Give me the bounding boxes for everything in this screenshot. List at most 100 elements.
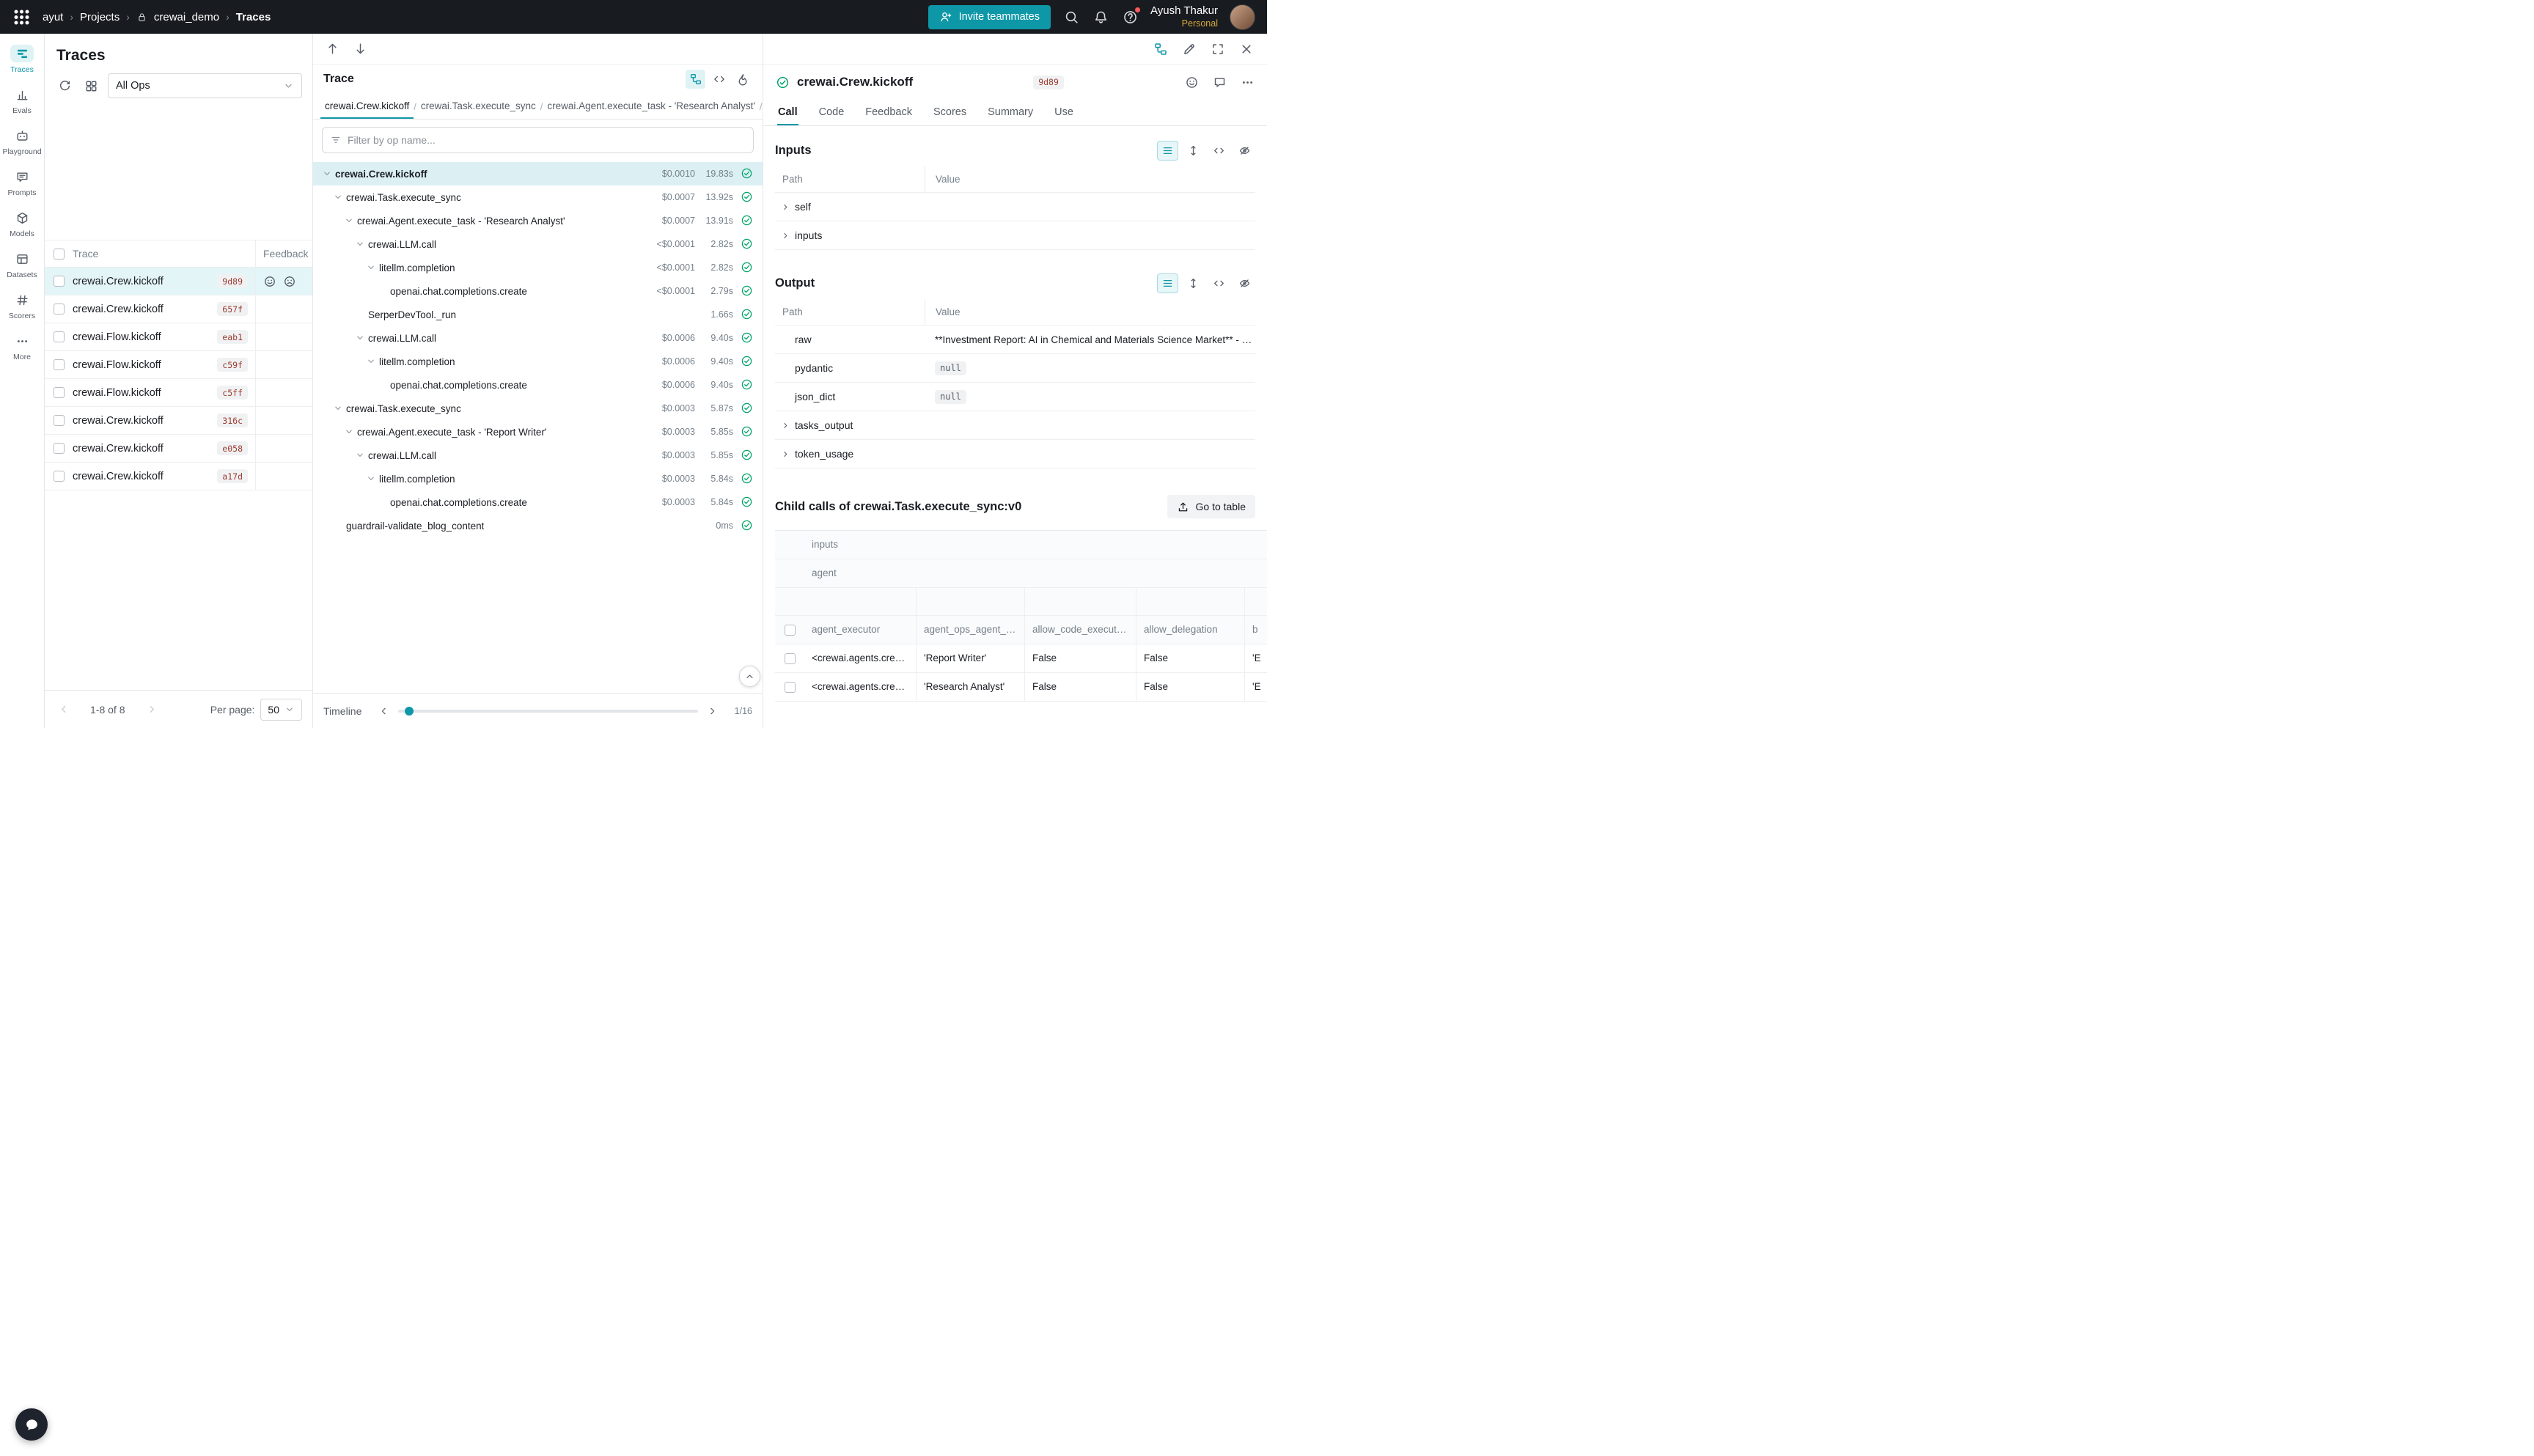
kv-row[interactable]: inputs	[775, 221, 1255, 250]
trace-tree-row[interactable]: litellm.completion $0.0006 9.40s	[313, 350, 763, 373]
code-view-icon[interactable]	[1208, 141, 1230, 161]
hide-values-icon[interactable]	[1234, 141, 1255, 161]
chevron-right-icon[interactable]	[779, 229, 791, 241]
chevron-down-icon[interactable]	[353, 331, 367, 345]
sidebar-item-more[interactable]: More	[1, 327, 43, 367]
chat-support-launcher[interactable]	[15, 1408, 48, 1441]
chevron-down-icon[interactable]	[364, 261, 378, 274]
wandb-logo-icon[interactable]	[0, 0, 43, 34]
column-header-trace[interactable]: Trace	[73, 240, 255, 267]
kv-row[interactable]: pydantic null	[775, 354, 1255, 383]
row-checkbox[interactable]	[785, 682, 796, 693]
trace-path-tab[interactable]: crewai.Agent.execute_task - 'Research An…	[543, 94, 760, 119]
kv-row[interactable]: tasks_output	[775, 411, 1255, 440]
breadcrumb-projects[interactable]: Projects	[80, 11, 120, 23]
trace-tree-row[interactable]: openai.chat.completions.create $0.0006 9…	[313, 373, 763, 397]
ops-filter-select[interactable]: All Ops	[108, 73, 302, 98]
sidebar-item-traces[interactable]: Traces	[1, 40, 43, 80]
trace-op-name[interactable]: crewai.Crew.kickoff	[73, 276, 164, 287]
column-settings-icon[interactable]	[81, 76, 100, 95]
refresh-icon[interactable]	[55, 76, 74, 95]
close-icon[interactable]	[1238, 41, 1255, 57]
trace-tree-row[interactable]: SerperDevTool._run 1.66s	[313, 303, 763, 326]
trace-path-tab[interactable]: crewai.Crew.kickoff	[320, 94, 414, 119]
sidebar-item-prompts[interactable]: Prompts	[1, 163, 43, 203]
chevron-down-icon[interactable]	[375, 284, 389, 298]
trace-tree-row[interactable]: crewai.Agent.execute_task - 'Research An…	[313, 209, 763, 232]
previous-call-arrow-up-icon[interactable]	[324, 41, 340, 57]
scroll-to-top-button[interactable]	[739, 666, 760, 687]
go-to-table-button[interactable]: Go to table	[1167, 495, 1256, 518]
chevron-down-icon[interactable]	[375, 378, 389, 391]
list-view-icon[interactable]	[1157, 141, 1178, 161]
breadcrumb-project[interactable]: crewai_demo	[154, 11, 219, 23]
per-page-select[interactable]: 50	[260, 699, 302, 721]
trace-tree-row[interactable]: crewai.LLM.call $0.0006 9.40s	[313, 326, 763, 350]
chevron-down-icon[interactable]	[331, 402, 345, 415]
trace-tree-row[interactable]: openai.chat.completions.create $0.0003 5…	[313, 490, 763, 514]
chevron-down-icon[interactable]	[331, 519, 345, 532]
add-comment-icon[interactable]	[1212, 75, 1227, 89]
trace-tree-row[interactable]: crewai.Task.execute_sync $0.0007 13.92s	[313, 185, 763, 209]
chevron-down-icon[interactable]	[320, 167, 334, 180]
trace-row[interactable]: crewai.Crew.kickoff 316c	[45, 407, 312, 435]
trace-row[interactable]: crewai.Flow.kickoff c59f	[45, 351, 312, 379]
sidebar-item-scorers[interactable]: Scorers	[1, 286, 43, 326]
add-reaction-icon[interactable]	[1184, 75, 1199, 89]
trace-op-name[interactable]: crewai.Crew.kickoff	[73, 304, 164, 315]
breadcrumb-entity[interactable]: ayut	[43, 11, 63, 23]
prev-page-icon[interactable]	[55, 702, 71, 718]
row-checkbox[interactable]	[54, 304, 65, 315]
op-name-filter[interactable]	[322, 127, 754, 153]
op-filter-input[interactable]	[348, 134, 746, 146]
overflow-menu-icon[interactable]	[1240, 75, 1255, 89]
trace-op-name[interactable]: crewai.Flow.kickoff	[73, 359, 161, 371]
trace-tree-row[interactable]: crewai.Task.execute_sync $0.0003 5.87s	[313, 397, 763, 420]
select-all-checkbox[interactable]	[54, 249, 65, 260]
trace-id-chip[interactable]: c5ff	[217, 386, 248, 400]
tab-call[interactable]: Call	[777, 100, 798, 125]
trace-row[interactable]: crewai.Crew.kickoff a17d	[45, 463, 312, 490]
chevron-down-icon[interactable]	[353, 308, 367, 321]
tab-summary[interactable]: Summary	[987, 100, 1034, 125]
chevron-right-icon[interactable]	[779, 419, 791, 431]
chevron-down-icon[interactable]	[342, 425, 356, 438]
trace-tree-row[interactable]: openai.chat.completions.create <$0.0001 …	[313, 279, 763, 303]
trace-path-tab[interactable]: crewai.Task.execute_sync	[416, 94, 540, 119]
search-icon[interactable]	[1062, 8, 1080, 26]
row-checkbox[interactable]	[54, 443, 65, 454]
row-checkbox[interactable]	[54, 471, 65, 482]
hide-values-icon[interactable]	[1234, 273, 1255, 293]
trace-op-name[interactable]: crewai.Flow.kickoff	[73, 331, 161, 343]
timeline-next-icon[interactable]	[705, 704, 720, 718]
column-header-feedback[interactable]: Feedback	[255, 240, 312, 267]
trace-id-chip[interactable]: a17d	[217, 469, 248, 483]
flame-view-icon[interactable]	[732, 70, 752, 89]
trace-tree-row[interactable]: litellm.completion <$0.0001 2.82s	[313, 256, 763, 279]
call-id-chip[interactable]: 9d89	[1033, 76, 1064, 89]
chevron-right-icon[interactable]	[779, 391, 791, 402]
chevron-down-icon[interactable]	[353, 449, 367, 462]
trace-op-name[interactable]: crewai.Crew.kickoff	[73, 471, 164, 482]
trace-tree-row[interactable]: crewai.LLM.call <$0.0001 2.82s	[313, 232, 763, 256]
kv-row[interactable]: self	[775, 193, 1255, 221]
next-call-arrow-down-icon[interactable]	[352, 41, 368, 57]
smiley-feedback-icon[interactable]	[263, 275, 276, 288]
trace-id-chip[interactable]: e058	[217, 441, 248, 455]
edit-pencil-icon[interactable]	[1181, 41, 1197, 57]
trace-id-chip[interactable]: 9d89	[217, 274, 248, 288]
tab-code[interactable]: Code	[818, 100, 845, 125]
next-page-icon[interactable]	[144, 702, 160, 718]
sidebar-item-models[interactable]: Models	[1, 204, 43, 244]
tree-view-icon[interactable]	[686, 70, 705, 89]
trace-tree-row[interactable]: crewai.Crew.kickoff $0.0010 19.83s	[313, 162, 763, 185]
sidebar-item-playground[interactable]: Playground	[1, 122, 43, 162]
code-view-icon[interactable]	[709, 70, 729, 89]
trace-row[interactable]: crewai.Crew.kickoff 9d89	[45, 268, 312, 295]
row-checkbox[interactable]	[54, 359, 65, 370]
chevron-right-icon[interactable]	[779, 362, 791, 374]
user-menu[interactable]: Ayush Thakur Personal	[1150, 4, 1218, 29]
chevron-down-icon[interactable]	[342, 214, 356, 227]
timeline-slider-handle[interactable]	[405, 707, 414, 716]
toggle-tree-icon[interactable]	[1153, 41, 1169, 57]
